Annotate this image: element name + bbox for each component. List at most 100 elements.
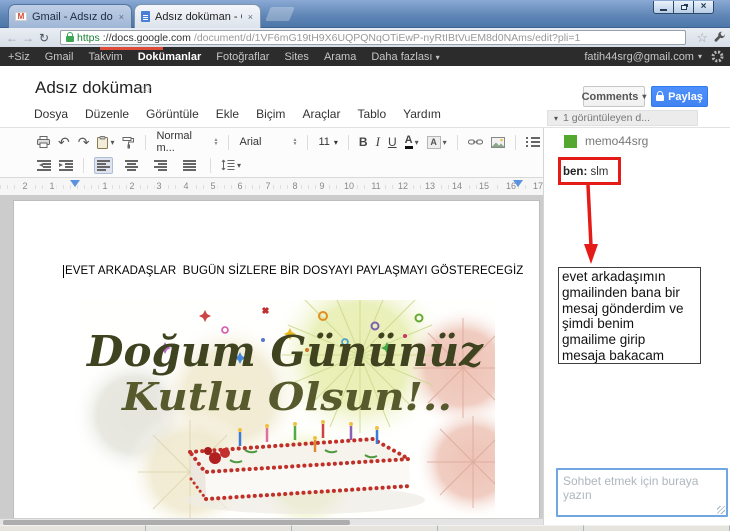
presence-username: memo44srg — [585, 134, 649, 148]
align-center-button[interactable] — [121, 156, 142, 175]
tab-close-icon[interactable]: × — [247, 12, 254, 22]
menu-view[interactable]: Görüntüle — [146, 107, 199, 121]
menu-edit[interactable]: Düzenle — [85, 107, 129, 121]
viewers-bar[interactable]: ▾ 1 görüntüleyen d... — [547, 110, 698, 126]
gbar-more[interactable]: Daha fazlası ▾ — [371, 51, 439, 63]
gbar-search[interactable]: Arama — [324, 51, 356, 63]
bold-button[interactable]: B — [359, 135, 368, 149]
close-icon: × — [700, 1, 707, 12]
align-right-button[interactable] — [150, 156, 171, 175]
menu-format[interactable]: Biçim — [256, 107, 285, 121]
chevron-down-icon: ▾ — [435, 52, 440, 62]
insert-image-button[interactable] — [490, 136, 505, 148]
document-title[interactable]: Adsız doküman — [35, 78, 152, 98]
gear-icon[interactable] — [711, 50, 724, 66]
ruler-number: 2 — [20, 181, 30, 191]
line-spacing-button[interactable]: ▾ — [221, 159, 241, 171]
menu-help[interactable]: Yardım — [403, 107, 441, 121]
paste-button[interactable]: ▾ — [97, 135, 115, 149]
ruler-number: 9 — [317, 181, 327, 191]
tab-docs[interactable]: Adsız doküman - Google Dokün × — [134, 4, 261, 28]
document-page[interactable]: EVET ARKADAŞLAR BUGÜN SİZLERE BİR DOSYAY… — [13, 200, 540, 518]
greeting-line-1: Doğum Gününüz — [86, 327, 484, 376]
resize-handle[interactable] — [717, 506, 725, 514]
updown-icon: ▲ ▼ — [213, 137, 219, 147]
active-product-indicator — [100, 47, 163, 50]
tab-title: Gmail - Adsız doküman (fatih4 — [32, 10, 113, 23]
url-protocol: https — [77, 31, 100, 44]
gbar-sites[interactable]: Sites — [284, 51, 308, 63]
outdent-button[interactable] — [37, 159, 51, 171]
presence-row: memo44srg — [564, 134, 648, 148]
google-bar: +Siz Gmail Takvim Dokümanlar Fotoğraflar… — [0, 47, 730, 66]
undo-button[interactable]: ↶ — [58, 134, 70, 151]
gbar-plus-you[interactable]: +Siz — [8, 51, 30, 63]
ruler-number: 14 — [449, 181, 465, 191]
chevron-down-icon: ▾ — [110, 137, 115, 147]
font-family-dropdown[interactable]: Arial ▲ ▼ — [239, 136, 297, 148]
presence-color-square — [564, 134, 577, 148]
restore-button[interactable] — [673, 1, 694, 14]
menu-tools[interactable]: Araçlar — [302, 107, 340, 121]
titlebar: M Gmail - Adsız doküman (fatih4 × Adsız … — [0, 0, 730, 28]
highlight-color-button[interactable]: A ▾ — [426, 135, 447, 149]
indent-button[interactable] — [59, 159, 73, 171]
forward-button[interactable]: → — [20, 31, 36, 45]
birthday-image[interactable]: Doğum Gününüz Kutlu Olsun!.. — [75, 300, 495, 518]
left-indent-marker[interactable] — [70, 180, 80, 192]
horizontal-scrollbar[interactable] — [0, 518, 543, 525]
gbar-documents[interactable]: Dokümanlar — [138, 51, 202, 63]
gbar-calendar[interactable]: Takvim — [88, 51, 122, 63]
print-button[interactable] — [37, 136, 50, 148]
reload-button[interactable]: ↻ — [36, 31, 52, 45]
menu-file[interactable]: Dosya — [34, 107, 68, 121]
redo-button[interactable]: ↷ — [78, 134, 90, 151]
minimize-button[interactable] — [653, 1, 674, 14]
paint-format-button[interactable] — [122, 136, 135, 149]
align-left-button[interactable] — [94, 156, 113, 174]
star-document-icon[interactable]: ☆ — [140, 80, 153, 97]
insert-link-button[interactable] — [467, 138, 483, 146]
chevron-down-icon: ▾ — [697, 52, 702, 61]
tab-title: Adsız doküman - Google Dokün — [155, 10, 242, 23]
ruler-number: 15 — [476, 181, 492, 191]
menu-bar: Dosya Düzenle Görüntüle Ekle Biçim Araçl… — [34, 107, 441, 121]
comments-button[interactable]: Comments ▾ — [582, 86, 646, 107]
ruler: 2 1 1 2 3 4 5 6 7 8 9 10 11 12 13 14 15 … — [0, 178, 546, 196]
share-button[interactable]: Paylaş — [651, 86, 708, 107]
account-menu[interactable]: fatih44srg@gmail.com ▾ — [584, 47, 702, 66]
greeting-line-2: Kutlu Olsun!.. — [121, 374, 452, 419]
align-justify-button[interactable] — [179, 156, 200, 175]
https-padlock-icon — [66, 32, 74, 42]
address-bar[interactable]: https://docs.google.com/document/d/1VF6m… — [60, 30, 686, 45]
browser-toolbar: ← → ↻ https://docs.google.com/document/d… — [0, 28, 730, 47]
annotation-note-box: evet arkadaşımın gmailinden bana bir mes… — [558, 267, 701, 364]
paragraph-style-dropdown[interactable]: Normal m... ▲ ▼ — [156, 130, 218, 154]
gbar-photos[interactable]: Fotoğraflar — [216, 51, 269, 63]
document-text-line[interactable]: EVET ARKADAŞLAR BUGÜN SİZLERE BİR DOSYAY… — [63, 265, 523, 278]
underline-button[interactable]: U — [388, 135, 397, 149]
ruler-number: 8 — [290, 181, 300, 191]
italic-button[interactable]: I — [376, 134, 380, 150]
new-tab-button[interactable] — [265, 7, 295, 21]
numbered-list-button[interactable] — [525, 137, 540, 147]
ruler-number: 2 — [127, 181, 137, 191]
gbar-gmail[interactable]: Gmail — [45, 51, 74, 63]
ruler-number: 12 — [395, 181, 411, 191]
tab-gmail[interactable]: M Gmail - Adsız doküman (fatih4 × — [8, 4, 132, 28]
text-color-button[interactable]: A ▾ — [404, 135, 419, 149]
right-indent-marker[interactable] — [513, 180, 523, 192]
ruler-number: 3 — [154, 181, 164, 191]
bookmark-star-icon[interactable]: ☆ — [696, 30, 708, 45]
chat-input[interactable] — [556, 468, 728, 517]
menu-insert[interactable]: Ekle — [216, 107, 239, 121]
back-button[interactable]: ← — [4, 31, 20, 45]
docs-header: Adsız doküman ☆ Dosya Düzenle Görüntüle … — [0, 66, 730, 128]
ruler-number: 1 — [47, 181, 57, 191]
editor-toolbar: ↶ ↷ ▾ Normal m... ▲ ▼ Arial ▲ ▼ 11 ▾ B I… — [0, 128, 562, 178]
menu-table[interactable]: Tablo — [357, 107, 386, 121]
close-button[interactable]: × — [693, 1, 714, 14]
font-size-dropdown[interactable]: 11 ▾ — [318, 136, 337, 148]
tab-close-icon[interactable]: × — [118, 12, 125, 22]
restore-icon — [680, 4, 687, 10]
